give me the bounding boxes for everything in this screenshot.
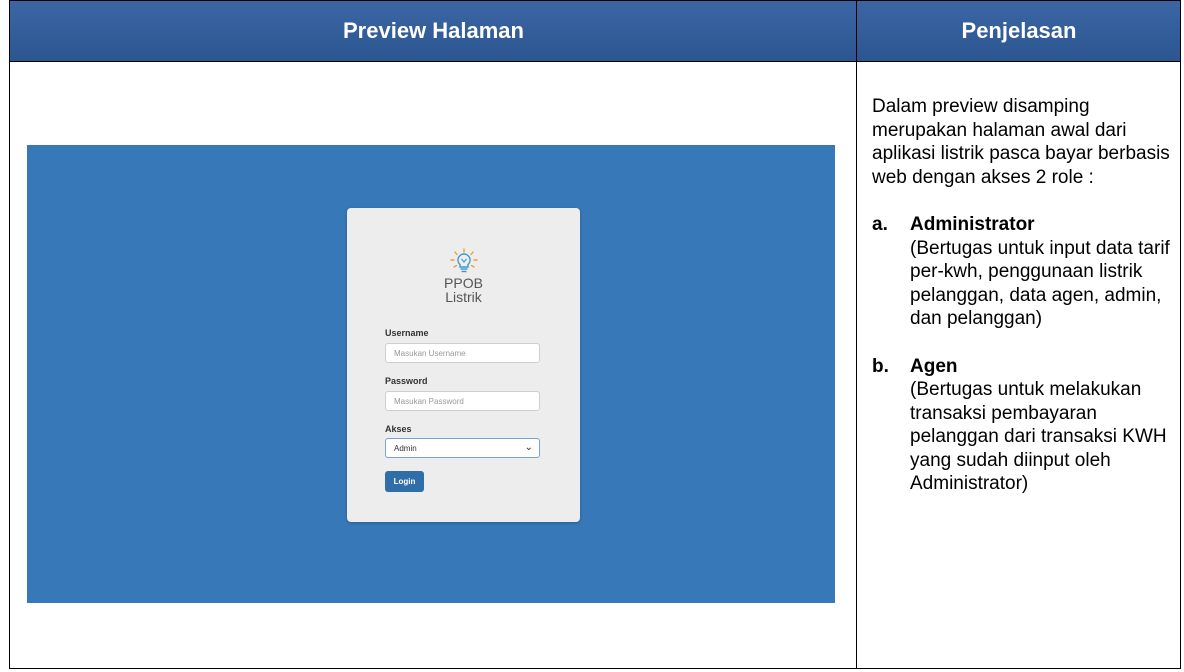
document-table: Preview Halaman Penjelasan PPOB Listrik … (9, 0, 1181, 669)
akses-select[interactable]: Admin ⌄ (385, 438, 540, 458)
lightbulb-icon (449, 248, 478, 273)
header-preview-halaman: Preview Halaman (343, 18, 524, 43)
login-card: PPOB Listrik Username Masukan Username P… (347, 208, 580, 522)
role-item-administrator: a. Administrator (Bertugas untuk input d… (872, 213, 1177, 331)
username-input[interactable]: Masukan Username (385, 343, 540, 363)
chevron-down-icon: ⌄ (524, 442, 533, 453)
password-label: Password (385, 376, 428, 386)
role-description: (Bertugas untuk input data tarif per-kwh… (910, 237, 1170, 330)
role-item-agen: b. Agen (Bertugas untuk melakukan transa… (872, 355, 1177, 496)
column-divider (856, 1, 857, 668)
role-marker: a. (872, 214, 888, 235)
explanation-intro: Dalam preview disamping merupakan halama… (872, 96, 1170, 188)
app-logo: PPOB Listrik (347, 248, 580, 304)
role-title: Administrator (910, 214, 1035, 235)
password-input[interactable]: Masukan Password (385, 391, 540, 411)
logo-text-ppob: PPOB (444, 275, 483, 291)
role-title: Agen (910, 355, 958, 377)
akses-label: Akses (385, 424, 412, 434)
header-penjelasan: Penjelasan (961, 18, 1077, 43)
logo-text-listrik: Listrik (445, 289, 482, 305)
akses-selected-value: Admin (394, 444, 417, 453)
preview-screenshot: PPOB Listrik Username Masukan Username P… (27, 145, 835, 603)
role-description: (Bertugas untuk melakukan transaksi pemb… (910, 379, 1167, 494)
login-button[interactable]: Login (385, 471, 424, 492)
username-label: Username (385, 328, 429, 338)
explanation-text: Dalam preview disamping merupakan halama… (872, 95, 1177, 496)
table-header-row: Preview Halaman Penjelasan (10, 1, 1180, 62)
role-marker: b. (872, 355, 889, 377)
